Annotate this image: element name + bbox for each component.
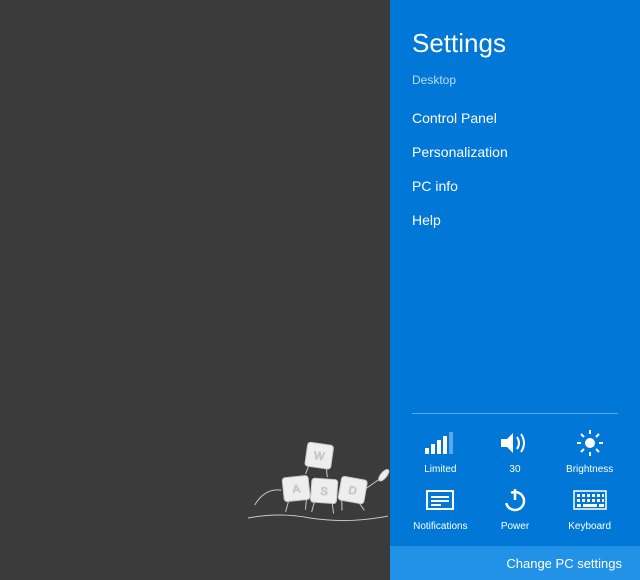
volume-tile[interactable]: 30 (479, 424, 552, 475)
keyboard-icon (570, 485, 610, 515)
settings-subtitle: Desktop (412, 73, 618, 87)
settings-title: Settings (412, 28, 618, 59)
quick-settings-grid: Limited 30 (390, 422, 640, 546)
desktop-area[interactable]: W A S D (0, 0, 390, 580)
wallpaper-illustration: W A S D (240, 440, 390, 535)
volume-label: 30 (509, 464, 520, 475)
link-pc-info[interactable]: PC info (412, 169, 618, 203)
settings-footer: Change PC settings (390, 546, 640, 580)
keyboard-label: Keyboard (568, 521, 611, 532)
link-help[interactable]: Help (412, 203, 618, 237)
link-control-panel[interactable]: Control Panel (412, 101, 618, 135)
power-tile[interactable]: Power (479, 481, 552, 532)
notifications-tile[interactable]: Notifications (404, 481, 477, 532)
notifications-icon (420, 485, 460, 515)
notifications-label: Notifications (413, 521, 467, 532)
settings-header: Settings Desktop (390, 0, 640, 91)
brightness-icon (570, 428, 610, 458)
power-icon (495, 485, 535, 515)
divider (412, 413, 618, 414)
svg-text:S: S (320, 486, 328, 498)
settings-charm-panel: Settings Desktop Control Panel Personali… (390, 0, 640, 580)
network-tile[interactable]: Limited (404, 424, 477, 475)
network-label: Limited (424, 464, 456, 475)
signal-bars-icon (420, 428, 460, 458)
brightness-label: Brightness (566, 464, 613, 475)
brightness-tile[interactable]: Brightness (553, 424, 626, 475)
change-pc-settings-link[interactable]: Change PC settings (506, 556, 622, 571)
settings-link-list: Control Panel Personalization PC info He… (390, 91, 640, 237)
power-label: Power (501, 521, 529, 532)
keyboard-tile[interactable]: Keyboard (553, 481, 626, 532)
link-personalization[interactable]: Personalization (412, 135, 618, 169)
volume-icon (495, 428, 535, 458)
